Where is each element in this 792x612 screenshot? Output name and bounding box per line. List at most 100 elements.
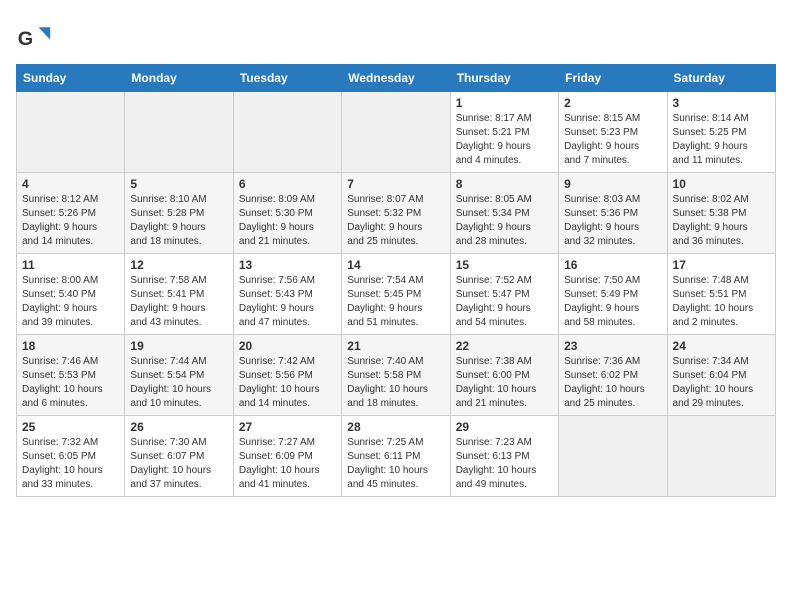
day-number: 20 bbox=[239, 339, 336, 353]
day-number: 24 bbox=[673, 339, 770, 353]
calendar-week-row: 1Sunrise: 8:17 AMSunset: 5:21 PMDaylight… bbox=[17, 92, 776, 173]
column-header-thursday: Thursday bbox=[450, 65, 558, 92]
day-number: 6 bbox=[239, 177, 336, 191]
day-number: 14 bbox=[347, 258, 444, 272]
day-info: Sunrise: 8:10 AMSunset: 5:28 PMDaylight:… bbox=[130, 193, 227, 249]
calendar-week-row: 11 Sunrise: 8:00 AMSunset: 5:40 PMDayligh… bbox=[17, 254, 776, 335]
day-number: 12 bbox=[130, 258, 227, 272]
calendar-cell: 14 Sunrise: 7:54 AMSunset: 5:45 PMDayligh… bbox=[342, 254, 450, 335]
calendar-cell: 28 Sunrise: 7:25 AMSunset: 6:11 PMDayligh… bbox=[342, 416, 450, 497]
column-header-wednesday: Wednesday bbox=[342, 65, 450, 92]
calendar-cell: 15Sunrise: 7:52 AMSunset: 5:47 PMDayligh… bbox=[450, 254, 558, 335]
calendar-cell: 1Sunrise: 8:17 AMSunset: 5:21 PMDaylight… bbox=[450, 92, 558, 173]
calendar-cell bbox=[559, 416, 667, 497]
day-number: 17 bbox=[673, 258, 770, 272]
day-info: Sunrise: 7:25 AMSunset: 6:11 PMDaylight:… bbox=[347, 436, 444, 492]
day-info: Sunrise: 8:05 AMSunset: 5:34 PMDaylight:… bbox=[456, 193, 553, 249]
day-number: 27 bbox=[239, 420, 336, 434]
calendar-cell: 9Sunrise: 8:03 AMSunset: 5:36 PMDaylight… bbox=[559, 173, 667, 254]
calendar-cell: 21 Sunrise: 7:40 AMSunset: 5:58 PMDayligh… bbox=[342, 335, 450, 416]
day-info: Sunrise: 7:27 AMSunset: 6:09 PMDaylight:… bbox=[239, 436, 336, 492]
calendar-cell: 18Sunrise: 7:46 AMSunset: 5:53 PMDayligh… bbox=[17, 335, 125, 416]
day-number: 16 bbox=[564, 258, 661, 272]
day-number: 13 bbox=[239, 258, 336, 272]
day-number: 11 bbox=[22, 258, 119, 272]
calendar-cell: 2 Sunrise: 8:15 AMSunset: 5:23 PMDaylight… bbox=[559, 92, 667, 173]
day-info: Sunrise: 7:38 AMSunset: 6:00 PMDaylight:… bbox=[456, 355, 553, 411]
calendar-cell bbox=[17, 92, 125, 173]
calendar-cell bbox=[342, 92, 450, 173]
page-header: G bbox=[16, 16, 776, 56]
calendar-week-row: 25Sunrise: 7:32 AMSunset: 6:05 PMDayligh… bbox=[17, 416, 776, 497]
day-info: Sunrise: 8:12 AMSunset: 5:26 PMDaylight:… bbox=[22, 193, 119, 249]
day-number: 25 bbox=[22, 420, 119, 434]
calendar-cell: 17 Sunrise: 7:48 AMSunset: 5:51 PMDayligh… bbox=[667, 254, 775, 335]
day-info: Sunrise: 7:54 AMSunset: 5:45 PMDaylight:… bbox=[347, 274, 444, 330]
column-header-sunday: Sunday bbox=[17, 65, 125, 92]
calendar-cell: 11 Sunrise: 8:00 AMSunset: 5:40 PMDayligh… bbox=[17, 254, 125, 335]
calendar-cell: 10 Sunrise: 8:02 AMSunset: 5:38 PMDayligh… bbox=[667, 173, 775, 254]
column-header-monday: Monday bbox=[125, 65, 233, 92]
day-info: Sunrise: 8:07 AMSunset: 5:32 PMDaylight:… bbox=[347, 193, 444, 249]
calendar-cell: 25Sunrise: 7:32 AMSunset: 6:05 PMDayligh… bbox=[17, 416, 125, 497]
calendar-cell: 6 Sunrise: 8:09 AMSunset: 5:30 PMDaylight… bbox=[233, 173, 341, 254]
day-number: 9 bbox=[564, 177, 661, 191]
calendar-cell: 8 Sunrise: 8:05 AMSunset: 5:34 PMDaylight… bbox=[450, 173, 558, 254]
calendar-cell bbox=[233, 92, 341, 173]
day-info: Sunrise: 7:42 AMSunset: 5:56 PMDaylight:… bbox=[239, 355, 336, 411]
calendar-cell bbox=[667, 416, 775, 497]
day-info: Sunrise: 7:52 AMSunset: 5:47 PMDaylight:… bbox=[456, 274, 553, 330]
calendar-cell: 20 Sunrise: 7:42 AMSunset: 5:56 PMDayligh… bbox=[233, 335, 341, 416]
calendar-cell: 23 Sunrise: 7:36 AMSunset: 6:02 PMDayligh… bbox=[559, 335, 667, 416]
calendar-cell: 12 Sunrise: 7:58 AMSunset: 5:41 PMDayligh… bbox=[125, 254, 233, 335]
day-number: 23 bbox=[564, 339, 661, 353]
calendar-cell bbox=[125, 92, 233, 173]
day-info: Sunrise: 7:30 AMSunset: 6:07 PMDaylight:… bbox=[130, 436, 227, 492]
day-number: 26 bbox=[130, 420, 227, 434]
column-header-saturday: Saturday bbox=[667, 65, 775, 92]
day-info: Sunrise: 8:02 AMSunset: 5:38 PMDaylight:… bbox=[673, 193, 770, 249]
logo-icon: G bbox=[16, 20, 52, 56]
day-number: 2 bbox=[564, 96, 661, 110]
day-info: Sunrise: 8:14 AMSunset: 5:25 PMDaylight:… bbox=[673, 112, 770, 168]
column-header-tuesday: Tuesday bbox=[233, 65, 341, 92]
day-number: 3 bbox=[673, 96, 770, 110]
day-number: 28 bbox=[347, 420, 444, 434]
logo: G bbox=[16, 20, 56, 56]
day-info: Sunrise: 7:58 AMSunset: 5:41 PMDaylight:… bbox=[130, 274, 227, 330]
day-info: Sunrise: 7:40 AMSunset: 5:58 PMDaylight:… bbox=[347, 355, 444, 411]
day-number: 10 bbox=[673, 177, 770, 191]
day-number: 7 bbox=[347, 177, 444, 191]
day-info: Sunrise: 8:00 AMSunset: 5:40 PMDaylight:… bbox=[22, 274, 119, 330]
calendar-table: SundayMondayTuesdayWednesdayThursdayFrid… bbox=[16, 64, 776, 497]
day-number: 22 bbox=[456, 339, 553, 353]
day-info: Sunrise: 7:56 AMSunset: 5:43 PMDaylight:… bbox=[239, 274, 336, 330]
day-info: Sunrise: 7:36 AMSunset: 6:02 PMDaylight:… bbox=[564, 355, 661, 411]
day-number: 5 bbox=[130, 177, 227, 191]
day-info: Sunrise: 7:23 AMSunset: 6:13 PMDaylight:… bbox=[456, 436, 553, 492]
day-info: Sunrise: 7:34 AMSunset: 6:04 PMDaylight:… bbox=[673, 355, 770, 411]
calendar-cell: 22 Sunrise: 7:38 AMSunset: 6:00 PMDayligh… bbox=[450, 335, 558, 416]
day-info: Sunrise: 7:50 AMSunset: 5:49 PMDaylight:… bbox=[564, 274, 661, 330]
calendar-cell: 29 Sunrise: 7:23 AMSunset: 6:13 PMDayligh… bbox=[450, 416, 558, 497]
day-info: Sunrise: 7:46 AMSunset: 5:53 PMDaylight:… bbox=[22, 355, 119, 411]
day-info: Sunrise: 7:48 AMSunset: 5:51 PMDaylight:… bbox=[673, 274, 770, 330]
calendar-cell: 24 Sunrise: 7:34 AMSunset: 6:04 PMDayligh… bbox=[667, 335, 775, 416]
svg-text:G: G bbox=[18, 28, 33, 50]
calendar-cell: 3 Sunrise: 8:14 AMSunset: 5:25 PMDaylight… bbox=[667, 92, 775, 173]
day-info: Sunrise: 8:15 AMSunset: 5:23 PMDaylight:… bbox=[564, 112, 661, 168]
calendar-cell: 27 Sunrise: 7:27 AMSunset: 6:09 PMDayligh… bbox=[233, 416, 341, 497]
calendar-week-row: 4Sunrise: 8:12 AMSunset: 5:26 PMDaylight… bbox=[17, 173, 776, 254]
calendar-cell: 7 Sunrise: 8:07 AMSunset: 5:32 PMDaylight… bbox=[342, 173, 450, 254]
calendar-cell: 4Sunrise: 8:12 AMSunset: 5:26 PMDaylight… bbox=[17, 173, 125, 254]
calendar-cell: 5 Sunrise: 8:10 AMSunset: 5:28 PMDaylight… bbox=[125, 173, 233, 254]
day-number: 19 bbox=[130, 339, 227, 353]
day-info: Sunrise: 7:44 AMSunset: 5:54 PMDaylight:… bbox=[130, 355, 227, 411]
day-number: 21 bbox=[347, 339, 444, 353]
day-number: 29 bbox=[456, 420, 553, 434]
column-header-friday: Friday bbox=[559, 65, 667, 92]
calendar-cell: 13 Sunrise: 7:56 AMSunset: 5:43 PMDayligh… bbox=[233, 254, 341, 335]
day-info: Sunrise: 8:09 AMSunset: 5:30 PMDaylight:… bbox=[239, 193, 336, 249]
calendar-week-row: 18Sunrise: 7:46 AMSunset: 5:53 PMDayligh… bbox=[17, 335, 776, 416]
day-number: 8 bbox=[456, 177, 553, 191]
